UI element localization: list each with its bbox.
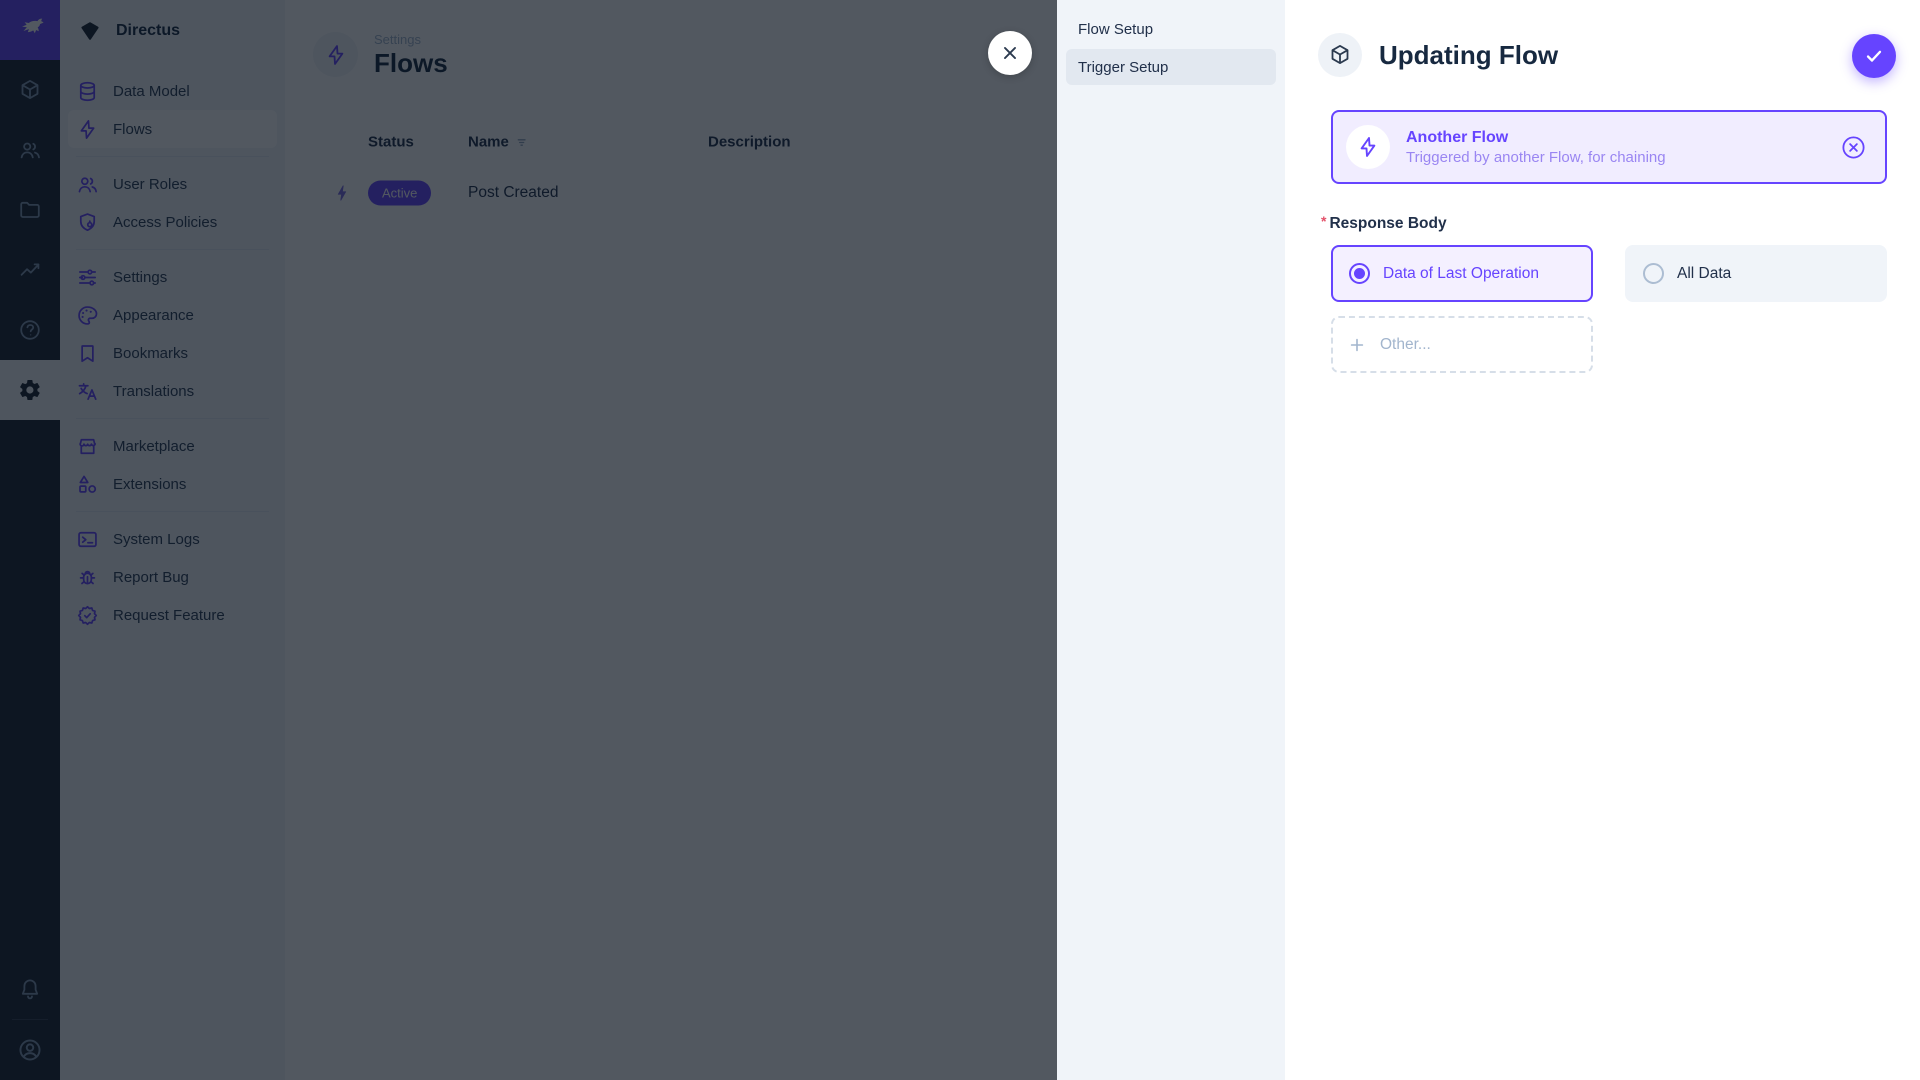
radio-selected-icon xyxy=(1349,263,1370,284)
radio-option-label: Data of Last Operation xyxy=(1383,264,1539,282)
field-label: Response Body xyxy=(1329,215,1447,232)
other-placeholder: Other... xyxy=(1380,335,1431,353)
drawer-nav-item-flow-setup[interactable]: Flow Setup xyxy=(1066,11,1276,47)
drawer-main: Updating Flow Another Flow Triggered by … xyxy=(1285,0,1920,1080)
box-icon xyxy=(1331,45,1349,64)
response-body-options: Data of Last Operation All Data xyxy=(1331,245,1887,302)
radio-unselected-icon xyxy=(1643,263,1664,284)
check-icon xyxy=(1866,50,1882,62)
x-circle-icon xyxy=(1842,135,1865,159)
plus-icon xyxy=(1350,338,1364,351)
trigger-icon-circle xyxy=(1346,125,1390,169)
drawer-title: Updating Flow xyxy=(1379,39,1559,70)
other-option-input[interactable]: Other... xyxy=(1331,316,1593,373)
required-marker: * xyxy=(1321,213,1327,229)
close-drawer-button[interactable] xyxy=(988,31,1032,75)
field-label-row: * Response Body xyxy=(1321,213,1887,233)
selected-trigger-card: Another Flow Triggered by another Flow, … xyxy=(1331,110,1887,184)
directus-app: Directus Data Model Flows User Roles Acc… xyxy=(0,0,1920,1080)
drawer-nav-item-trigger-setup[interactable]: Trigger Setup xyxy=(1066,49,1276,85)
radio-option-label: All Data xyxy=(1677,264,1732,282)
save-button[interactable] xyxy=(1852,34,1896,78)
radio-option-all-data[interactable]: All Data xyxy=(1625,245,1887,302)
close-icon xyxy=(1004,47,1016,59)
drawer-content: Another Flow Triggered by another Flow, … xyxy=(1321,110,1887,373)
flow-drawer: Flow Setup Trigger Setup Updating Flow A… xyxy=(1057,0,1920,1080)
drawer-icon-circle xyxy=(1318,33,1362,77)
drawer-nav: Flow Setup Trigger Setup xyxy=(1057,0,1285,1080)
trigger-texts: Another Flow Triggered by another Flow, … xyxy=(1406,129,1666,166)
drawer-header: Updating Flow xyxy=(1318,33,1830,77)
trigger-subtitle: Triggered by another Flow, for chaining xyxy=(1406,148,1666,166)
radio-option-data-of-last-operation[interactable]: Data of Last Operation xyxy=(1331,245,1593,302)
trigger-title: Another Flow xyxy=(1406,128,1509,146)
bolt-icon xyxy=(1360,137,1376,157)
deselect-trigger-button[interactable] xyxy=(1840,134,1867,161)
